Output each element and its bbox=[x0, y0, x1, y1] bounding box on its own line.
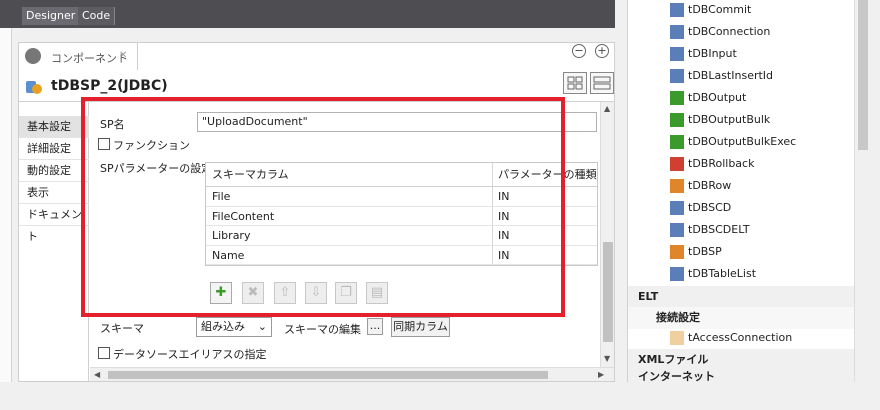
scroll-up-icon[interactable]: ▲ bbox=[604, 104, 610, 113]
datasource-alias-label: データソースエイリアスの指定 bbox=[113, 348, 267, 361]
settings-tabs: 基本設定 詳細設定 動的設定 表示 ドキュメント bbox=[19, 102, 89, 381]
palette-item-tdblastinsertid[interactable]: tDBLastInsertId bbox=[628, 65, 855, 87]
db-lastinsertid-icon bbox=[670, 69, 684, 83]
db-sp-icon bbox=[670, 245, 684, 259]
palette-item-tdbconnection[interactable]: tDBConnection bbox=[628, 21, 855, 43]
palette-category-elt[interactable]: ELT bbox=[628, 286, 855, 308]
scroll-down-icon[interactable]: ▼ bbox=[604, 354, 610, 363]
tab-component[interactable]: コンポーネント ✕ bbox=[18, 42, 138, 70]
palette-item-tdbscd[interactable]: tDBSCD bbox=[628, 197, 855, 219]
palette-item-tdboutput[interactable]: tDBOutput bbox=[628, 87, 855, 109]
palette-item-tdboutputbulkexec[interactable]: tDBOutputBulkExec bbox=[628, 131, 855, 153]
palette-item-tdbscdelt[interactable]: tDBSCDELT bbox=[628, 219, 855, 241]
schema-edit-button[interactable]: ... bbox=[367, 318, 383, 335]
component-icon bbox=[26, 81, 42, 94]
close-icon[interactable]: ✕ bbox=[119, 50, 127, 61]
palette-item-tdbrow[interactable]: tDBRow bbox=[628, 175, 855, 197]
db-output-icon bbox=[670, 91, 684, 105]
component-tab-label: コンポーネント bbox=[51, 52, 128, 65]
right-edge bbox=[870, 0, 880, 382]
tab-documentation[interactable]: ドキュメント bbox=[19, 204, 89, 243]
component-palette: tDBCommit tDBConnection tDBInput tDBLast… bbox=[627, 0, 855, 382]
left-pane-edge bbox=[0, 28, 12, 382]
horizontal-scrollbar[interactable]: ◀ ▶ bbox=[90, 367, 614, 381]
db-rollback-icon bbox=[670, 157, 684, 171]
schema-edit-label: スキーマの編集 bbox=[284, 323, 361, 336]
table-view-button[interactable] bbox=[590, 72, 614, 94]
grid-view-button[interactable] bbox=[563, 72, 587, 94]
db-commit-icon bbox=[670, 3, 684, 17]
palette-item-tdbcommit[interactable]: tDBCommit bbox=[628, 0, 855, 21]
palette-category-xml[interactable]: XMLファイル bbox=[628, 349, 855, 371]
schema-type-select[interactable]: 組み込み ⌄ bbox=[196, 317, 272, 337]
tab-dynamic-settings[interactable]: 動的設定 bbox=[19, 160, 89, 182]
component-title: tDBSP_2(JDBC) bbox=[51, 78, 168, 94]
editor-tab-bar: Designer Code bbox=[0, 0, 615, 28]
scroll-right-icon[interactable]: ▶ bbox=[598, 370, 604, 379]
palette-icon bbox=[25, 48, 41, 64]
highlight-box bbox=[81, 97, 565, 317]
db-outputbulk-icon bbox=[670, 113, 684, 127]
tab-view[interactable]: 表示 bbox=[19, 182, 89, 204]
scrollbar-thumb[interactable] bbox=[603, 242, 613, 342]
scrollbar-thumb[interactable] bbox=[858, 0, 868, 150]
palette-subcategory-connection[interactable]: 接続設定 bbox=[628, 307, 855, 329]
maximize-button[interactable]: + bbox=[595, 44, 609, 58]
schema-label: スキーマ bbox=[100, 322, 144, 335]
access-connection-icon bbox=[670, 331, 684, 345]
db-connection-icon bbox=[670, 25, 684, 39]
palette-item-tdboutputbulk[interactable]: tDBOutputBulk bbox=[628, 109, 855, 131]
db-row-icon bbox=[670, 179, 684, 193]
palette-item-taccessconnection[interactable]: tAccessConnection bbox=[628, 327, 855, 349]
chevron-down-icon: ⌄ bbox=[257, 320, 267, 333]
db-input-icon bbox=[670, 47, 684, 61]
palette-item-tdbsp[interactable]: tDBSP bbox=[628, 241, 855, 263]
datasource-alias-checkbox[interactable] bbox=[98, 347, 110, 359]
vertical-scrollbar[interactable]: ▲ ▼ bbox=[600, 102, 614, 367]
palette-item-tdbinput[interactable]: tDBInput bbox=[628, 43, 855, 65]
minimize-button[interactable]: − bbox=[572, 44, 586, 58]
scrollbar-thumb[interactable] bbox=[108, 371, 548, 379]
db-outputbulkexec-icon bbox=[670, 135, 684, 149]
palette-item-tdbrollback[interactable]: tDBRollback bbox=[628, 153, 855, 175]
db-scdelt-icon bbox=[670, 223, 684, 237]
sync-columns-button[interactable]: 同期カラム bbox=[391, 317, 450, 337]
palette-scrollbar[interactable] bbox=[854, 0, 870, 382]
db-tablelist-icon bbox=[670, 267, 684, 281]
bottom-area bbox=[0, 382, 880, 410]
tab-advanced-settings[interactable]: 詳細設定 bbox=[19, 138, 89, 160]
tab-designer[interactable]: Designer bbox=[22, 7, 81, 25]
tab-basic-settings[interactable]: 基本設定 bbox=[19, 116, 89, 138]
schema-type-value: 組み込み bbox=[201, 320, 245, 333]
scroll-left-icon[interactable]: ◀ bbox=[94, 370, 100, 379]
palette-category-internet[interactable]: インターネット bbox=[628, 370, 855, 382]
db-scd-icon bbox=[670, 201, 684, 215]
palette-item-tdbtablelist[interactable]: tDBTableList bbox=[628, 263, 855, 285]
tab-code[interactable]: Code bbox=[78, 7, 116, 25]
